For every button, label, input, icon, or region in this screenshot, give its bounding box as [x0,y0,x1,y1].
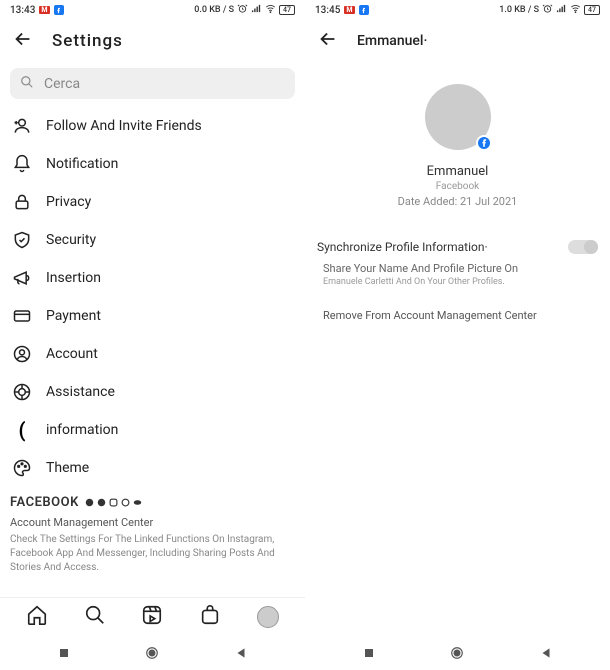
menu-follow-invite[interactable]: Follow And Invite Friends [6,107,299,145]
page-title: Emmanuel· [357,33,427,49]
back-button-icon[interactable] [234,646,248,660]
bell-icon [12,154,32,174]
share-title: Share Your Name And Profile Picture On [323,262,592,275]
messenger-icon [97,498,106,507]
instagram-icon [109,498,118,507]
search-icon [20,74,34,93]
back-icon[interactable] [12,28,34,54]
settings-header: Settings [0,18,305,64]
facebook-status-icon [54,5,64,15]
data-rate: 0.0 KB / S [194,5,234,15]
menu-assistance[interactable]: Assistance [6,373,299,411]
wifi-icon [265,3,276,17]
whatsapp-icon [121,498,130,507]
lock-icon [12,192,32,212]
wifi-icon [570,3,581,17]
back-button-icon[interactable] [539,646,553,660]
menu-insertion[interactable]: Insertion [6,259,299,297]
menu-security[interactable]: Security [6,221,299,259]
account-center-link[interactable]: Account Management Center [10,516,295,529]
signal-icon [556,3,567,17]
battery-icon: 47 [584,5,600,15]
shop-icon[interactable] [199,604,221,630]
account-icon [12,344,32,364]
menu-notification[interactable]: Notification [6,145,299,183]
recent-apps-icon[interactable] [362,646,376,660]
facebook-section: FACEBOOK Account Management Center Check… [0,487,305,577]
home-button-icon[interactable] [450,646,464,660]
battery-icon: 47 [279,5,295,15]
home-button-icon[interactable] [145,646,159,660]
sync-profile-row[interactable]: Synchronize Profile Information· [305,230,610,258]
help-icon [12,382,32,402]
share-subtitle: Emanuele Carletti And On Your Other Prof… [323,277,592,287]
back-icon[interactable] [317,28,339,54]
profile-nav-icon[interactable] [257,606,279,628]
signal-icon [251,3,262,17]
remove-section: Remove From Account Management Center [305,291,610,340]
instagram-bottom-nav [0,597,305,636]
status-time: 13:43 [10,5,35,16]
status-bar: 13:45 M 1.0 KB / S 47 [305,0,610,18]
gmail-icon: M [39,6,49,14]
alarm-icon [542,3,553,17]
profile-header: Emmanuel· [305,18,610,64]
recent-apps-icon[interactable] [57,646,71,660]
data-rate: 1.0 KB / S [499,5,539,15]
sync-toggle[interactable] [568,240,598,254]
status-bar: 13:43 M 0.0 KB / S 47 [0,0,305,18]
menu-account[interactable]: Account [6,335,299,373]
menu-payment[interactable]: Payment [6,297,299,335]
profile-date-added: Date Added: 21 Jul 2021 [305,195,610,208]
palette-icon [12,458,32,478]
search-bar[interactable]: Cerca [10,68,295,99]
facebook-icon [85,498,94,507]
android-nav-bar [305,638,610,670]
status-time: 13:45 [315,5,340,16]
card-icon [12,306,32,326]
settings-menu: Follow And Invite Friends Notification P… [0,107,305,487]
remove-from-account-center-link[interactable]: Remove From Account Management Center [323,309,592,322]
oculus-icon [133,498,142,507]
left-screen: 13:43 M 0.0 KB / S 47 Settings Cerca Fol… [0,0,305,670]
search-placeholder: Cerca [44,76,80,92]
megaphone-icon [12,268,32,288]
menu-information[interactable]: ( information [6,411,299,449]
info-icon: ( [12,420,32,440]
share-section: Share Your Name And Profile Picture On E… [305,258,610,291]
profile-section: Emmanuel Facebook Date Added: 21 Jul 202… [305,64,610,216]
sync-label: Synchronize Profile Information· [317,240,488,254]
gmail-icon: M [344,6,354,14]
facebook-app-icons [85,498,142,507]
profile-platform: Facebook [305,181,610,192]
page-title: Settings [52,31,123,51]
menu-privacy[interactable]: Privacy [6,183,299,221]
shield-icon [12,230,32,250]
menu-theme[interactable]: Theme [6,449,299,487]
android-nav-bar [0,638,305,670]
alarm-icon [237,3,248,17]
profile-name: Emmanuel [305,164,610,179]
home-icon[interactable] [26,604,48,630]
facebook-badge-icon [476,135,492,151]
reels-icon[interactable] [141,604,163,630]
account-center-description: Check The Settings For The Linked Functi… [10,533,295,575]
facebook-status-icon [359,5,369,15]
right-screen: 13:45 M 1.0 KB / S 47 Emmanuel· Emmanuel… [305,0,610,670]
person-add-icon [12,116,32,136]
search-nav-icon[interactable] [84,604,106,630]
facebook-title: FACEBOOK [10,495,79,510]
